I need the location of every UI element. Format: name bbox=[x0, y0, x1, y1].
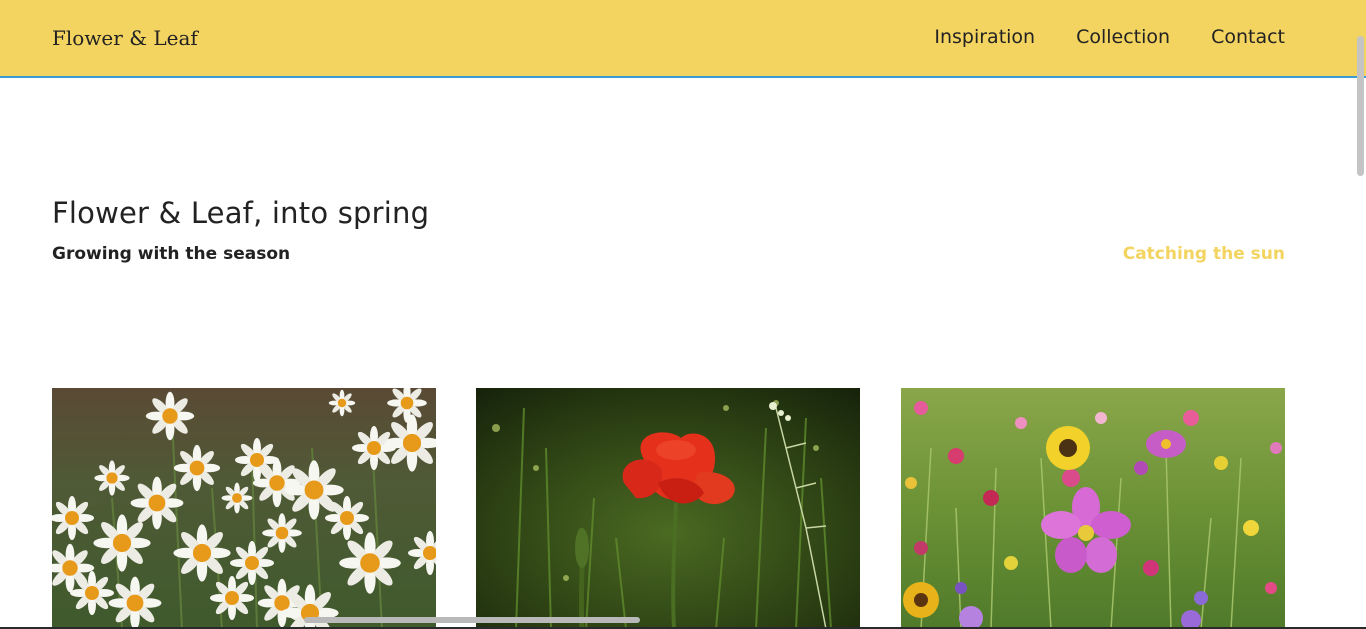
daisies-image bbox=[52, 388, 436, 629]
page-subtitle: Growing with the season bbox=[52, 244, 291, 264]
nav-link-inspiration[interactable]: Inspiration bbox=[934, 26, 1035, 48]
photo-red-poppy[interactable] bbox=[476, 388, 860, 629]
main-nav: Inspiration Collection Contact bbox=[934, 26, 1285, 48]
site-header: Flower & Leaf Inspiration Collection Con… bbox=[0, 0, 1366, 78]
nav-link-collection[interactable]: Collection bbox=[1076, 26, 1170, 48]
photo-white-daisies[interactable] bbox=[52, 388, 436, 629]
vertical-scrollbar[interactable] bbox=[1357, 36, 1364, 176]
poppy-image bbox=[476, 388, 860, 629]
photo-wildflower-meadow[interactable] bbox=[901, 388, 1285, 629]
hero-link[interactable]: Catching the sun bbox=[1123, 244, 1285, 264]
brand-logo[interactable]: Flower & Leaf bbox=[52, 26, 198, 50]
photo-gallery bbox=[52, 388, 1285, 629]
nav-link-contact[interactable]: Contact bbox=[1211, 26, 1285, 48]
horizontal-scrollbar[interactable] bbox=[304, 617, 640, 623]
meadow-image bbox=[901, 388, 1285, 629]
page-title: Flower & Leaf, into spring bbox=[52, 196, 430, 230]
